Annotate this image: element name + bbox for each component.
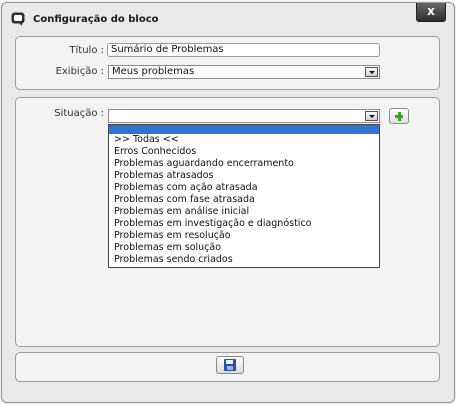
chevron-down-icon[interactable] bbox=[365, 111, 378, 121]
titulo-input[interactable]: Sumário de Problemas bbox=[107, 43, 380, 57]
option-item[interactable]: Problemas com fase atrasada bbox=[109, 194, 379, 206]
option-item[interactable]: Problemas em solução bbox=[109, 242, 379, 254]
exibicao-selected-value: Meus problemas bbox=[112, 66, 195, 77]
option-item[interactable]: Problemas atrasados bbox=[109, 170, 379, 182]
option-item[interactable]: Problemas sendo criados bbox=[109, 254, 379, 266]
close-button[interactable]: x bbox=[416, 3, 446, 22]
option-item[interactable]: Problemas com ação atrasada bbox=[109, 182, 379, 194]
titulo-label: Título : bbox=[69, 45, 104, 56]
option-item[interactable]: >> Todas << bbox=[109, 134, 379, 146]
situacao-select[interactable] bbox=[108, 109, 380, 123]
option-item[interactable]: Problemas em análise inicial bbox=[109, 206, 379, 218]
option-item[interactable]: Problemas aguardando encerramento bbox=[109, 158, 379, 170]
chat-bubble-icon bbox=[11, 12, 25, 26]
option-item[interactable]: Erros Conhecidos bbox=[109, 146, 379, 158]
chevron-down-icon[interactable] bbox=[365, 67, 378, 77]
add-situacao-button[interactable] bbox=[389, 108, 409, 124]
exibicao-label: Exibição : bbox=[55, 66, 104, 77]
save-button[interactable] bbox=[216, 356, 244, 374]
exibicao-select[interactable]: Meus problemas bbox=[108, 65, 380, 79]
option-item[interactable]: Problemas em resolução bbox=[109, 230, 379, 242]
dialog-title: Configuração do bloco bbox=[33, 14, 159, 25]
dialog-titlebar: Configuração do bloco x bbox=[2, 3, 454, 33]
situacao-options-list: >> Todas << Erros Conhecidos Problemas a… bbox=[108, 124, 380, 268]
highlighted-blank-option[interactable] bbox=[109, 125, 379, 134]
situacao-label: Situação : bbox=[54, 108, 104, 119]
option-item[interactable]: Problemas em investigação e diagnóstico bbox=[109, 218, 379, 230]
